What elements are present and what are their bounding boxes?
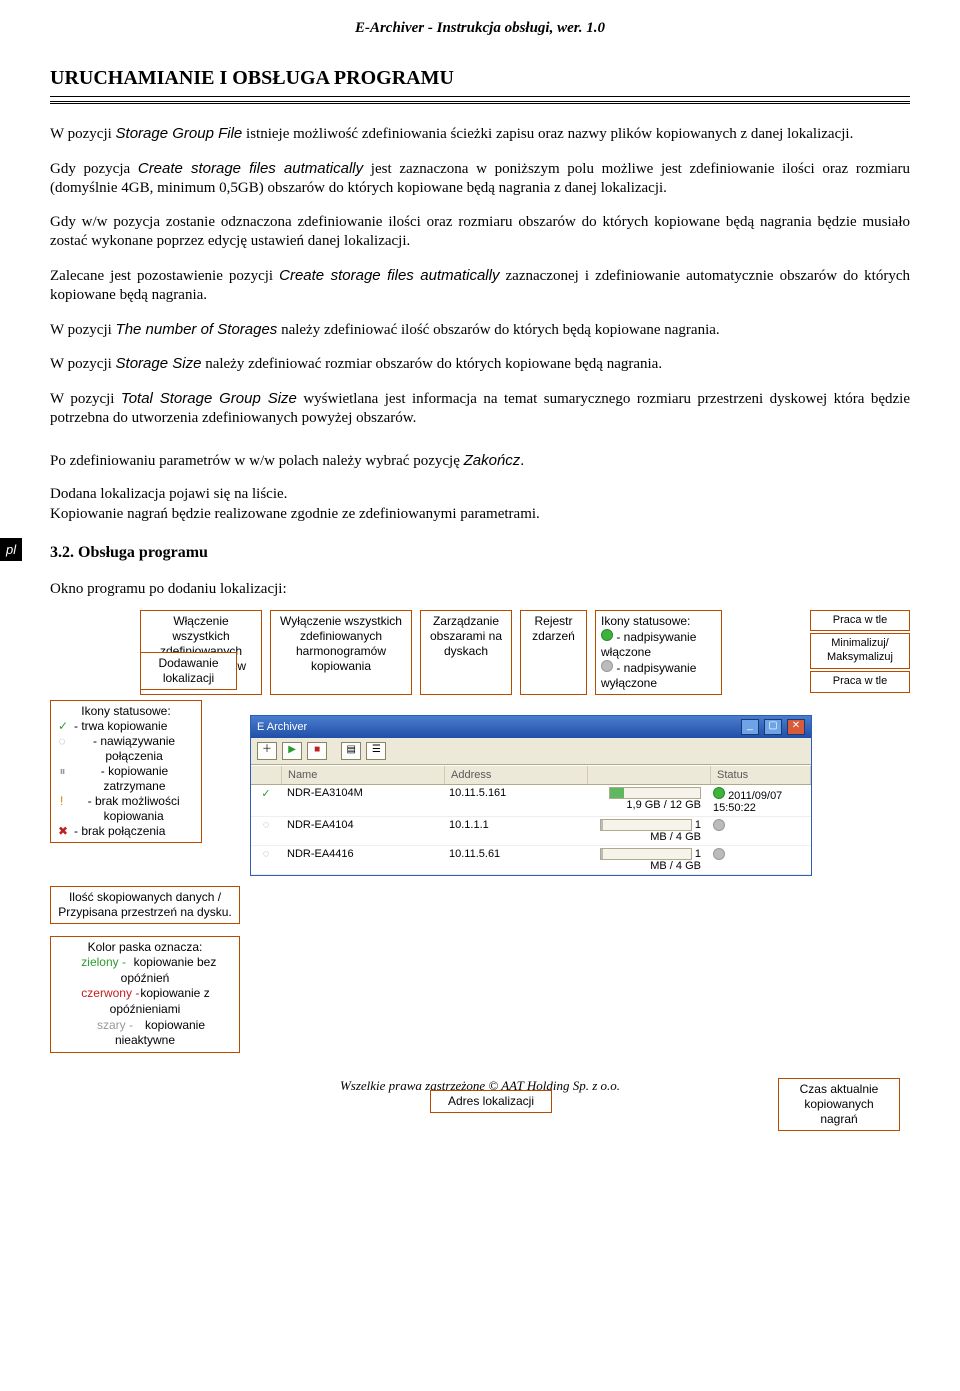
table-row[interactable]: ◌ NDR-EA4416 10.11.5.61 1 MB / 4 GB <box>251 846 811 875</box>
add-location-button[interactable]: ＋ <box>257 742 277 760</box>
event-log-button[interactable]: ☰ <box>366 742 386 760</box>
paragraph-4: Zalecane jest pozostawienie pozycji Crea… <box>50 266 910 306</box>
paragraph-7: W pozycji Total Storage Group Size wyświ… <box>50 389 910 429</box>
row-space: 1,9 GB / 12 GB <box>585 785 707 816</box>
callout-copy-time: Czas aktualnie kopiowanych nagrań <box>778 1078 900 1131</box>
app-window: E Archiver _ ▢ ✕ ＋ ▶ ■ ▤ ☰ Name Address <box>250 715 812 876</box>
callout-minmax: Minimalizuj/ Maksymalizuj <box>810 633 910 669</box>
row-status-icon: ✓ <box>251 785 281 816</box>
paragraph-8: Po zdefiniowaniu parametrów w w/w polach… <box>50 451 910 472</box>
callout-location-address: Adres lokalizacji <box>430 1090 552 1113</box>
status-stopped-icon: ⏸ <box>56 764 69 779</box>
disable-all-button[interactable]: ■ <box>307 742 327 760</box>
row-status <box>707 817 811 845</box>
paragraph-3: Gdy w/w pozycja zostanie odznaczona zdef… <box>50 213 910 252</box>
heading-rule <box>50 96 910 104</box>
callout-status-icons: Ikony statusowe: ✓- trwa kopiowanie ◌- n… <box>50 700 202 843</box>
maximize-button[interactable]: ▢ <box>764 719 782 735</box>
callout-bar-colors: Kolor paska oznacza: zielony -kopiowanie… <box>50 936 240 1053</box>
row-address: 10.11.5.61 <box>443 846 585 874</box>
status-ok-icon: ✓ <box>56 719 70 734</box>
row-status: 2011/09/07 15:50:22 <box>707 785 811 816</box>
table-row[interactable]: ✓ NDR-EA3104M 10.11.5.161 1,9 GB / 12 GB… <box>251 785 811 817</box>
row-status-icon: ◌ <box>251 817 281 845</box>
callout-overwrite-icons: Ikony statusowe: - nadpisywanie włączone… <box>595 610 722 695</box>
annotated-figure: Włączenie wszystkich zdefiniowanych harm… <box>50 610 910 1053</box>
paragraph-2: Gdy pozycja Create storage files autmati… <box>50 159 910 199</box>
close-button[interactable]: ✕ <box>787 719 805 735</box>
col-address[interactable]: Address <box>445 766 588 784</box>
paragraph-10: Kopiowanie nagrań będzie realizowane zgo… <box>50 505 910 525</box>
row-space: 1 MB / 4 GB <box>585 817 707 845</box>
callout-copied-data: Ilość skopiowanych danych / Przypisana p… <box>50 886 240 924</box>
figure-intro: Okno programu po dodaniu lokalizacji: <box>50 580 910 600</box>
enable-all-button[interactable]: ▶ <box>282 742 302 760</box>
row-address: 10.1.1.1 <box>443 817 585 845</box>
paragraph-5: W pozycji The number of Storages należy … <box>50 320 910 341</box>
minimize-button[interactable]: _ <box>741 719 759 735</box>
paragraph-9: Dodana lokalizacja pojawi się na liście. <box>50 485 910 505</box>
language-tab: pl <box>0 538 22 561</box>
overwrite-off-icon <box>713 848 725 860</box>
row-name: NDR-EA4104 <box>281 817 443 845</box>
callout-event-log: Rejestr zdarzeń <box>520 610 587 695</box>
main-heading: URUCHAMIANIE I OBSŁUGA PROGRAMU <box>50 67 910 90</box>
row-status-icon: ◌ <box>251 846 281 874</box>
overwrite-off-icon <box>601 660 613 672</box>
list-body: ✓ NDR-EA3104M 10.11.5.161 1,9 GB / 12 GB… <box>251 785 811 875</box>
section-heading: 3.2. Obsługa programu <box>50 544 910 562</box>
row-name: NDR-EA4416 <box>281 846 443 874</box>
list-header: Name Address Status <box>251 765 811 785</box>
overwrite-on-icon <box>713 787 725 799</box>
status-warn-icon: ! <box>56 794 67 809</box>
callout-add-location: Dodawanie lokalizacji <box>140 652 237 690</box>
row-name: NDR-EA3104M <box>281 785 443 816</box>
col-status[interactable]: Status <box>711 766 811 784</box>
paragraph-6: W pozycji Storage Size należy zdefiniowa… <box>50 354 910 375</box>
app-toolbar: ＋ ▶ ■ ▤ ☰ <box>251 738 811 765</box>
col-name[interactable]: Name <box>282 766 445 784</box>
overwrite-on-icon <box>601 629 613 641</box>
row-space: 1 MB / 4 GB <box>585 846 707 874</box>
status-connecting-icon: ◌ <box>56 734 68 749</box>
row-address: 10.11.5.161 <box>443 785 585 816</box>
storage-manage-button[interactable]: ▤ <box>341 742 361 760</box>
row-status <box>707 846 811 874</box>
callout-tray2: Praca w tle <box>810 671 910 693</box>
overwrite-off-icon <box>713 819 725 831</box>
table-row[interactable]: ◌ NDR-EA4104 10.1.1.1 1 MB / 4 GB <box>251 817 811 846</box>
callout-manage-storage: Zarządzanie obszarami na dyskach <box>420 610 512 695</box>
paragraph-1: W pozycji Storage Group File istnieje mo… <box>50 124 910 145</box>
callout-disable-all: Wyłączenie wszystkich zdefiniowanych har… <box>270 610 412 695</box>
app-title: E Archiver <box>257 721 307 733</box>
page-header: E-Archiver - Instrukcja obsługi, wer. 1.… <box>50 20 910 37</box>
callout-tray: Praca w tle <box>810 610 910 632</box>
status-error-icon: ✖ <box>56 824 70 839</box>
app-titlebar: E Archiver _ ▢ ✕ <box>251 716 811 738</box>
